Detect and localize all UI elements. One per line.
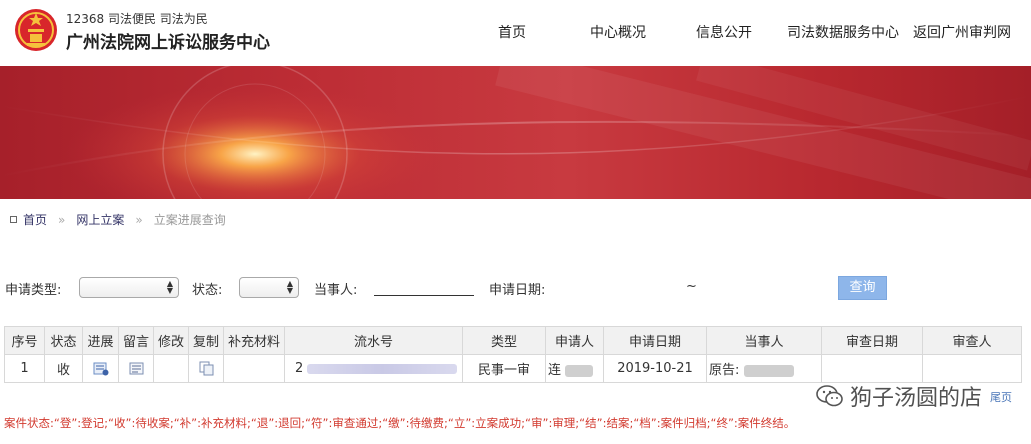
- cell-party: 原告:: [706, 354, 822, 383]
- status-select[interactable]: ▲ ▼: [239, 277, 299, 298]
- col-index: 序号: [4, 326, 45, 355]
- col-type: 类型: [462, 326, 546, 355]
- status-legend: 案件状态:“登”:登记;“收”:待收案;“补”:补充材料;“退”:退回;“符”:…: [4, 416, 796, 430]
- progress-icon[interactable]: [93, 362, 109, 376]
- cell-apply-date: 2019-10-21: [603, 354, 707, 383]
- cell-copy: [188, 354, 224, 383]
- nav-return-court-site[interactable]: 返回广州审判网: [913, 22, 1011, 42]
- nav-overview[interactable]: 中心概况: [590, 22, 646, 42]
- col-status: 状态: [44, 326, 83, 355]
- wechat-icon: [816, 385, 843, 407]
- court-emblem-icon: [15, 9, 57, 51]
- message-icon[interactable]: [129, 362, 144, 376]
- status-label: 状态:: [192, 283, 223, 298]
- nav-home[interactable]: 首页: [498, 22, 526, 42]
- col-progress: 进展: [82, 326, 119, 355]
- col-party: 当事人: [706, 326, 822, 355]
- redacted-serial: [307, 363, 458, 374]
- type-select[interactable]: ▲ ▼: [79, 277, 179, 298]
- query-button[interactable]: 查询: [838, 276, 887, 300]
- cell-edit: [153, 354, 189, 383]
- banner-graphic: [0, 66, 1031, 199]
- breadcrumb-separator-icon: »: [58, 212, 66, 227]
- cell-supplement: [223, 354, 285, 383]
- watermark-text: 狗子汤圆的店: [850, 386, 983, 411]
- redacted-party: [743, 364, 794, 377]
- breadcrumb-square-icon: [10, 216, 17, 223]
- date-label: 申请日期:: [489, 283, 546, 298]
- party-text: 原告:: [709, 363, 740, 378]
- site-header: 12368 司法便民 司法为民 广州法院网上诉讼服务中心 首页 中心概况 信息公…: [0, 0, 1031, 66]
- nav-disclosure[interactable]: 信息公开: [696, 22, 752, 42]
- cell-type: 民事一审: [462, 354, 546, 383]
- col-edit: 修改: [153, 326, 189, 355]
- cell-applicant: 连: [545, 354, 604, 383]
- case-progress-table: 序号 状态 进展 留言 修改 复制 补充材料 流水号 类型 申请人 申请日期 当…: [4, 326, 1022, 383]
- breadcrumb-separator-icon: »: [135, 212, 143, 227]
- col-supplement: 补充材料: [223, 326, 285, 355]
- hotline-text: 12368 司法便民 司法为民: [66, 12, 208, 26]
- table-row: 1 收 2 民事一审 连 2019-10-21 原告:: [4, 354, 1022, 383]
- cell-serial: 2: [284, 354, 463, 383]
- serial-text: 2: [295, 361, 304, 376]
- cell-message: [118, 354, 154, 383]
- last-page-link[interactable]: 尾页: [990, 389, 1012, 405]
- redacted-applicant: [565, 364, 594, 377]
- breadcrumb: 首页 » 网上立案 » 立案进展查询: [10, 211, 226, 228]
- applicant-text: 连: [548, 363, 562, 378]
- cell-reviewer: [922, 354, 1022, 383]
- col-message: 留言: [118, 326, 154, 355]
- breadcrumb-online-filing[interactable]: 网上立案: [76, 211, 124, 228]
- breadcrumb-home[interactable]: 首页: [23, 211, 47, 228]
- hero-banner: [0, 66, 1031, 199]
- col-copy: 复制: [188, 326, 224, 355]
- cell-index: 1: [4, 354, 45, 383]
- select-arrows-icon: ▲ ▼: [166, 279, 173, 295]
- table-header-row: 序号 状态 进展 留言 修改 复制 补充材料 流水号 类型 申请人 申请日期 当…: [4, 326, 1022, 355]
- select-arrows-icon: ▲ ▼: [286, 279, 293, 295]
- col-serial: 流水号: [284, 326, 463, 355]
- col-applicant: 申请人: [545, 326, 604, 355]
- cell-progress: [82, 354, 119, 383]
- col-apply-date: 申请日期: [603, 326, 707, 355]
- cell-review-date: [821, 354, 923, 383]
- type-label: 申请类型:: [5, 283, 62, 298]
- party-input[interactable]: [374, 279, 474, 296]
- site-title: 广州法院网上诉讼服务中心: [66, 33, 270, 53]
- nav-data-service[interactable]: 司法数据服务中心: [787, 22, 899, 42]
- watermark: 狗子汤圆的店: [816, 380, 982, 412]
- cell-status: 收: [44, 354, 83, 383]
- breadcrumb-current: 立案进展查询: [153, 213, 226, 227]
- col-review-date: 审查日期: [821, 326, 923, 355]
- col-reviewer: 审查人: [922, 326, 1022, 355]
- date-range-separator: ~: [686, 279, 697, 294]
- copy-icon[interactable]: [199, 361, 214, 376]
- party-label: 当事人:: [314, 283, 358, 298]
